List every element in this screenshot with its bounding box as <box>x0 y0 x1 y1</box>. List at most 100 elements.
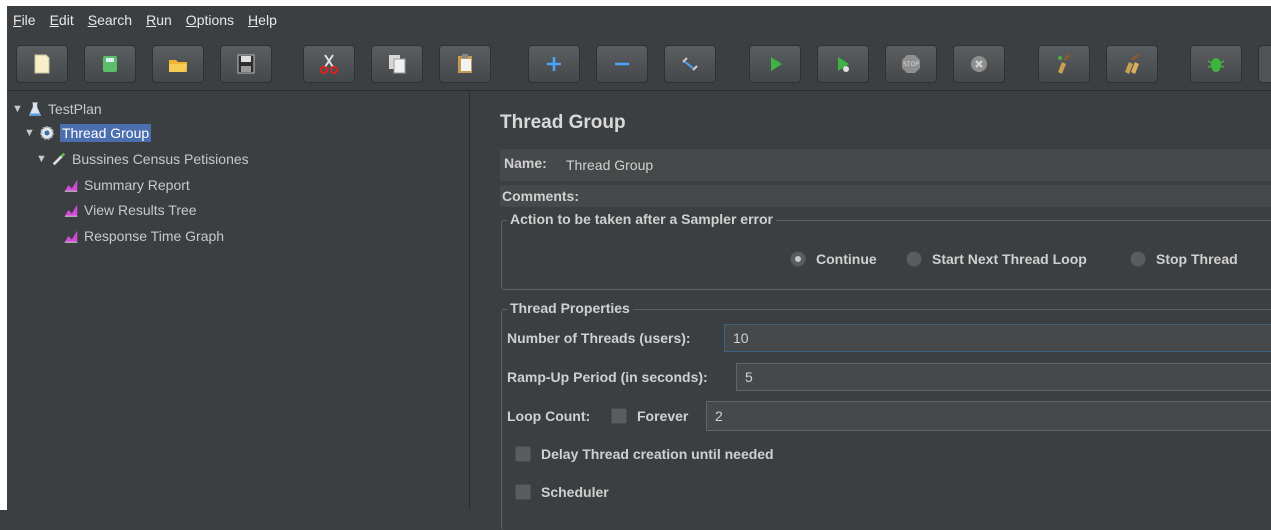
radio-stop-thread[interactable]: Stop Thread <box>1130 251 1238 267</box>
toggle-icon <box>682 57 698 71</box>
toggle-button[interactable] <box>664 45 716 83</box>
thread-group-panel: Thread Group Name: Thread Group Comments… <box>484 92 1271 530</box>
menu-edit[interactable]: Edit <box>50 12 74 28</box>
graph-icon <box>62 201 80 219</box>
scheduler-box[interactable] <box>515 484 531 500</box>
tree-item-summary-report[interactable]: Summary Report <box>62 173 190 197</box>
templates-icon <box>103 56 117 72</box>
scheduler-checkbox[interactable]: Scheduler <box>515 484 609 500</box>
delay-thread-creation-box[interactable] <box>515 446 531 462</box>
forever-checkbox-box[interactable] <box>611 408 627 424</box>
gear-icon <box>38 124 56 142</box>
templates-button[interactable] <box>84 45 136 83</box>
test-plan-tree[interactable]: ▼ TestPlan ▼ Thread Group ▼ Bussines Cen… <box>7 92 469 510</box>
graph-icon <box>62 227 80 245</box>
menu-bar: File Edit Search Run Options Help <box>7 6 1271 34</box>
radio-continue-indicator[interactable] <box>790 251 806 267</box>
collapse-all-button[interactable] <box>596 45 648 83</box>
radio-start-next-thread-loop-indicator[interactable] <box>906 251 922 267</box>
tree-item-label: Thread Group <box>60 124 152 142</box>
search-bug-button[interactable] <box>1190 45 1242 83</box>
copy-icon <box>389 55 406 74</box>
clear-icon <box>1058 54 1071 74</box>
radio-continue[interactable]: Continue <box>790 251 877 267</box>
panel-splitter[interactable] <box>469 92 485 510</box>
expand-all-button[interactable] <box>528 45 580 83</box>
flask-icon <box>26 100 44 118</box>
menu-help-rest: elp <box>258 12 277 28</box>
menu-file-mnemonic: F <box>13 12 22 28</box>
shutdown-icon <box>971 56 987 72</box>
toolbar-overflow-button[interactable] <box>1258 45 1271 83</box>
clear-all-button[interactable] <box>1106 45 1158 83</box>
loop-count-label: Loop Count: <box>507 408 591 424</box>
comments-row <box>500 185 1271 207</box>
expand-arrow-icon[interactable]: ▼ <box>12 103 24 115</box>
tree-item-sampler[interactable]: ▼ Bussines Census Petisiones <box>36 147 249 171</box>
rampup-label: Ramp-Up Period (in seconds): <box>507 369 708 385</box>
tree-item-label: TestPlan <box>48 101 102 117</box>
toolbar: STOP <box>7 34 1271 91</box>
delay-thread-creation-label: Delay Thread creation until needed <box>541 446 774 462</box>
menu-search[interactable]: Search <box>88 12 132 28</box>
graph-icon <box>62 176 80 194</box>
clear-button[interactable] <box>1038 45 1090 83</box>
menu-help[interactable]: Help <box>248 12 277 28</box>
paste-button[interactable] <box>439 45 491 83</box>
radio-stop-thread-label: Stop Thread <box>1156 251 1238 267</box>
collapse-icon <box>615 62 629 66</box>
expand-arrow-icon[interactable]: ▼ <box>24 127 36 139</box>
start-icon <box>771 57 782 71</box>
tree-item-testplan[interactable]: ▼ TestPlan <box>12 97 102 121</box>
start-button[interactable] <box>749 45 801 83</box>
delay-thread-creation-checkbox[interactable]: Delay Thread creation until needed <box>515 446 774 462</box>
menu-file[interactable]: File <box>13 12 36 28</box>
tree-item-label: Summary Report <box>84 177 190 193</box>
radio-start-next-thread-loop[interactable]: Start Next Thread Loop <box>906 251 1087 267</box>
copy-button[interactable] <box>371 45 423 83</box>
window-frame-left <box>0 0 7 510</box>
tree-item-label: Bussines Census Petisiones <box>72 151 249 167</box>
radio-stop-thread-indicator[interactable] <box>1130 251 1146 267</box>
sampler-error-group-title: Action to be taken after a Sampler error <box>507 211 776 227</box>
menu-edit-rest: dit <box>58 12 74 28</box>
tree-item-thread-group[interactable]: ▼ Thread Group <box>24 121 152 145</box>
menu-run-rest: un <box>156 12 172 28</box>
page-title: Thread Group <box>500 112 626 133</box>
expand-icon <box>547 57 561 71</box>
tree-item-label: Response Time Graph <box>84 228 225 244</box>
cut-button[interactable] <box>303 45 355 83</box>
start-no-pause-icon <box>838 57 849 72</box>
forever-checkbox[interactable]: Forever <box>611 408 688 424</box>
menu-options-mnemonic: O <box>185 12 197 28</box>
expand-arrow-icon[interactable]: ▼ <box>36 153 48 165</box>
radio-start-next-thread-loop-label: Start Next Thread Loop <box>932 251 1087 267</box>
loop-count-input[interactable]: 2 <box>706 401 1271 431</box>
open-button[interactable] <box>152 45 204 83</box>
paste-icon <box>458 54 472 73</box>
stop-button[interactable]: STOP <box>885 45 937 83</box>
save-button[interactable] <box>220 45 272 83</box>
scheduler-label: Scheduler <box>541 484 609 500</box>
dropper-icon <box>50 150 68 168</box>
tree-item-label: View Results Tree <box>84 202 197 218</box>
cut-icon <box>320 54 338 74</box>
stop-icon: STOP <box>902 55 920 73</box>
menu-options-rest: ptions <box>196 12 235 28</box>
threads-input[interactable]: 10 <box>724 324 1271 352</box>
menu-search-mnemonic: S <box>87 12 98 28</box>
name-field[interactable]: Thread Group <box>557 150 1271 180</box>
menu-help-mnemonic: H <box>248 12 259 28</box>
menu-file-rest: ile <box>21 12 36 28</box>
tree-item-view-results-tree[interactable]: View Results Tree <box>62 198 197 222</box>
start-no-pauses-button[interactable] <box>817 45 869 83</box>
thread-properties-group-title: Thread Properties <box>507 300 633 316</box>
rampup-input[interactable]: 5 <box>736 363 1271 391</box>
open-icon <box>169 60 187 72</box>
new-button[interactable] <box>16 45 68 83</box>
threads-label: Number of Threads (users): <box>507 330 691 346</box>
menu-run[interactable]: Run <box>146 12 172 28</box>
tree-item-response-time-graph[interactable]: Response Time Graph <box>62 224 224 248</box>
menu-options[interactable]: Options <box>186 12 234 28</box>
shutdown-button[interactable] <box>953 45 1005 83</box>
